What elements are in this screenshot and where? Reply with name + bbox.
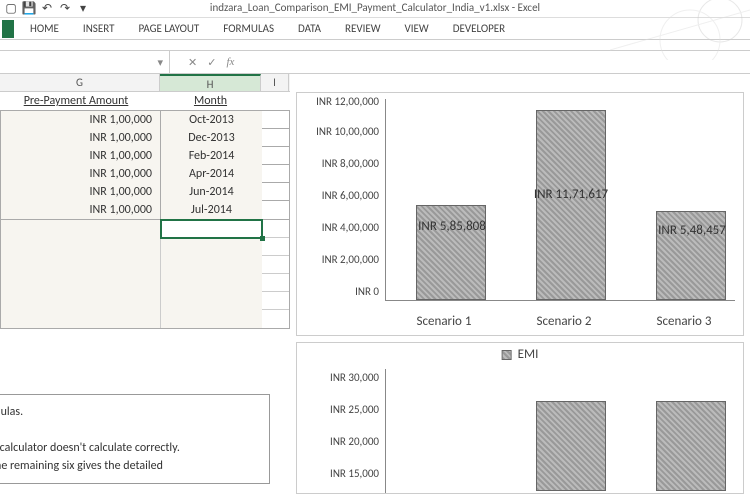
formula-bar-row: ▾ ✕ ✓ fx <box>0 50 750 74</box>
bar-emi-3 <box>656 401 726 491</box>
table-row: INR 1,00,000Feb-2014 <box>1 147 289 165</box>
ribbon-tabs: HOME INSERT PAGE LAYOUT FORMULAS DATA RE… <box>0 18 750 40</box>
chart2-legend: EMI <box>502 347 539 362</box>
empty-rows <box>0 220 290 329</box>
header-month: Month <box>160 92 261 110</box>
col-header-g[interactable]: G <box>0 74 160 91</box>
column-headers: G H I <box>0 74 290 92</box>
name-box[interactable]: ▾ <box>0 51 170 73</box>
bar-label: INR 11,71,617 <box>521 187 621 204</box>
cat-label: Scenario 1 <box>389 314 499 329</box>
cat-label: Scenario 3 <box>629 314 739 329</box>
table-row: INR 1,00,000Jun-2014 <box>1 183 289 201</box>
tab-view[interactable]: VIEW <box>393 19 441 38</box>
tab-developer[interactable]: DEVELOPER <box>441 19 517 38</box>
cat-label: Scenario 2 <box>509 314 619 329</box>
table-row: INR 1,00,000Dec-2013 <box>1 129 289 147</box>
header-prepayment: Pre-Payment Amount <box>0 92 160 110</box>
chart1-plot: INR 5,85,808 INR 11,71,617 INR 5,48,457 <box>385 99 735 301</box>
col-header-h[interactable]: H <box>160 74 261 91</box>
notes-box: mulas. e calculator doesn't calculate co… <box>0 394 270 484</box>
chart-emi[interactable]: EMI INR 30,000 INR 25,000 INR 20,000 INR… <box>296 342 744 494</box>
formula-enter-icon[interactable]: ✓ <box>207 56 216 69</box>
qat-dropdown-icon[interactable]: ▾ <box>76 2 90 16</box>
formula-cancel-icon[interactable]: ✕ <box>188 56 197 69</box>
fx-icon[interactable]: fx <box>226 56 234 68</box>
tab-insert[interactable]: INSERT <box>71 19 127 38</box>
file-tab[interactable] <box>2 20 14 38</box>
legend-swatch-icon <box>502 350 512 360</box>
bar-label: INR 5,85,808 <box>402 219 502 236</box>
tab-page-layout[interactable]: PAGE LAYOUT <box>126 19 211 38</box>
quick-access-toolbar: ▢ 💾 ↶ ↷ ▾ indzara_Loan_Comparison_EMI_Pa… <box>0 0 750 18</box>
table-row: INR 1,00,000Oct-2013 <box>1 111 289 129</box>
selected-cell[interactable] <box>161 220 262 238</box>
notes-line: e calculator doesn't calculate correctly… <box>0 439 261 457</box>
tab-review[interactable]: REVIEW <box>333 19 393 38</box>
name-box-dropdown-icon[interactable]: ▾ <box>157 56 163 69</box>
save-icon[interactable]: 💾 <box>22 2 36 16</box>
tab-home[interactable]: HOME <box>18 19 71 38</box>
table-row: INR 1,00,000Jul-2014 <box>1 201 289 219</box>
tab-data[interactable]: DATA <box>286 19 333 38</box>
col-header-i[interactable]: I <box>261 74 289 91</box>
notes-line: mulas. <box>0 403 261 421</box>
undo-icon[interactable]: ↶ <box>40 2 54 16</box>
excel-icon: ▢ <box>4 2 18 16</box>
bar-scenario2 <box>536 110 606 300</box>
notes-line: the remaining six gives the detailed <box>0 457 261 475</box>
bar-label: INR 5,48,457 <box>642 223 742 240</box>
chart2-plot <box>385 369 735 493</box>
redo-icon[interactable]: ↷ <box>58 2 72 16</box>
bar-emi-2 <box>536 401 606 491</box>
prepayment-table: INR 1,00,000Oct-2013 INR 1,00,000Dec-201… <box>0 110 290 220</box>
tab-formulas[interactable]: FORMULAS <box>211 19 286 38</box>
chart-scenario-totals[interactable]: INR 0 INR 2,00,000 INR 4,00,000 INR 6,00… <box>296 92 744 336</box>
table-row: INR 1,00,000Apr-2014 <box>1 165 289 183</box>
window-title: indzara_Loan_Comparison_EMI_Payment_Calc… <box>210 1 540 14</box>
